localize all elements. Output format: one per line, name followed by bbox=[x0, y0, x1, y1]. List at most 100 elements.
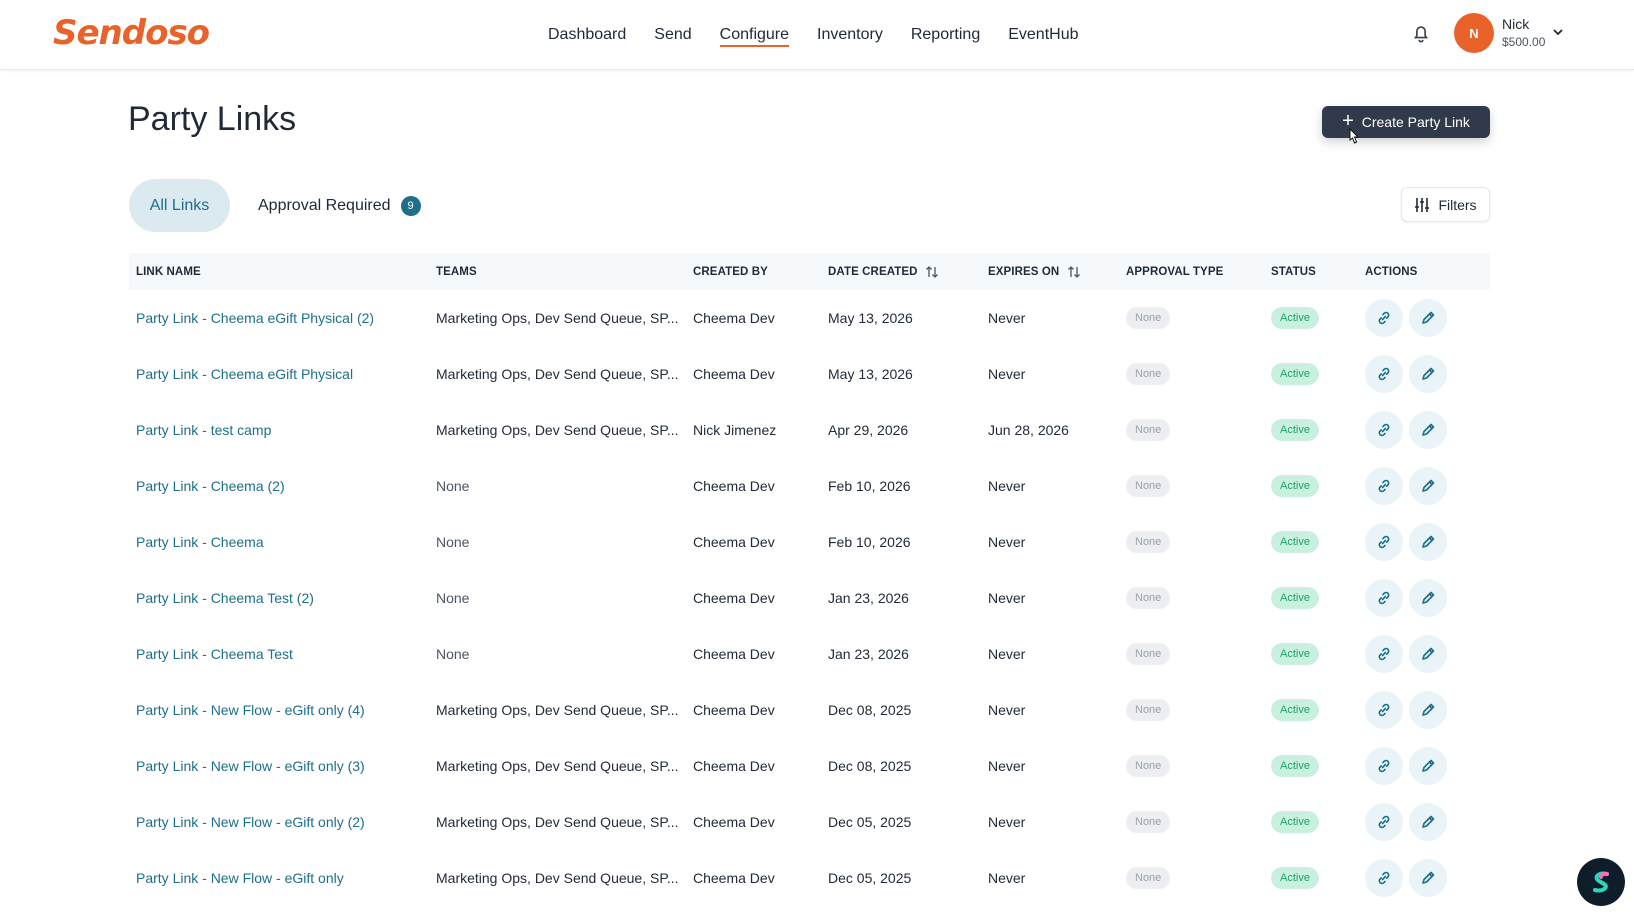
approval-type-cell: None bbox=[1119, 850, 1264, 906]
user-name[interactable]: Nick bbox=[1502, 16, 1529, 32]
pencil-icon bbox=[1420, 590, 1436, 606]
edit-link-button[interactable] bbox=[1409, 691, 1447, 729]
link-name-cell[interactable]: Party Link - New Flow - eGift only (2) bbox=[129, 794, 429, 850]
nav-item-reporting[interactable]: Reporting bbox=[897, 0, 994, 69]
status-cell: Active bbox=[1264, 514, 1358, 570]
tab-all-links[interactable]: All Links bbox=[129, 179, 230, 232]
sendoso-logo[interactable]: Sendoso bbox=[53, 13, 210, 53]
table-row: Party Link - Cheema eGift Physical (2) Ma… bbox=[129, 290, 1490, 346]
edit-link-button[interactable] bbox=[1409, 523, 1447, 561]
link-name-cell[interactable]: Party Link - New Flow - eGift only (4) bbox=[129, 682, 429, 738]
chevron-down-icon[interactable] bbox=[1552, 26, 1564, 38]
date-created-cell: Feb 10, 2026 bbox=[828, 534, 911, 550]
actions-cell bbox=[1358, 514, 1490, 570]
copy-link-button[interactable] bbox=[1365, 355, 1403, 393]
edit-link-button[interactable] bbox=[1409, 467, 1447, 505]
copy-link-button[interactable] bbox=[1365, 523, 1403, 561]
copy-link-button[interactable] bbox=[1365, 467, 1403, 505]
status-cell: Active bbox=[1264, 626, 1358, 682]
tab-approval-required[interactable]: Approval Required 9 bbox=[258, 179, 421, 232]
approval-type-badge: None bbox=[1126, 867, 1171, 889]
sort-icon[interactable] bbox=[925, 265, 939, 279]
table-row: Party Link - Cheema eGift Physical Market… bbox=[129, 346, 1490, 402]
status-cell: Active bbox=[1264, 458, 1358, 514]
col-header-created-by: Created By bbox=[693, 265, 768, 278]
nav-item-configure[interactable]: Configure bbox=[706, 0, 803, 69]
approval-type-badge: None bbox=[1126, 755, 1171, 777]
status-badge: Active bbox=[1271, 587, 1319, 609]
copy-link-button[interactable] bbox=[1365, 859, 1403, 897]
actions-cell bbox=[1358, 850, 1490, 906]
edit-link-button[interactable] bbox=[1409, 859, 1447, 897]
bell-icon[interactable] bbox=[1410, 22, 1432, 44]
status-badge: Active bbox=[1271, 475, 1319, 497]
link-name-cell[interactable]: Party Link - New Flow - eGift only bbox=[129, 850, 429, 906]
edit-link-button[interactable] bbox=[1409, 747, 1447, 785]
actions-cell bbox=[1358, 626, 1490, 682]
top-navbar: Sendoso Dashboard Send Configure Invento… bbox=[0, 0, 1634, 70]
teams-cell: Marketing Ops, Dev Send Queue, SP... bbox=[436, 702, 679, 718]
edit-link-button[interactable] bbox=[1409, 803, 1447, 841]
link-name-cell[interactable]: Party Link - Cheema bbox=[129, 514, 429, 570]
status-cell: Active bbox=[1264, 570, 1358, 626]
date-created-cell: Dec 05, 2025 bbox=[828, 814, 912, 830]
edit-link-button[interactable] bbox=[1409, 299, 1447, 337]
pencil-icon bbox=[1420, 422, 1436, 438]
copy-link-button[interactable] bbox=[1365, 803, 1403, 841]
actions-cell bbox=[1358, 458, 1490, 514]
actions-cell bbox=[1358, 682, 1490, 738]
created-by-cell: Cheema Dev bbox=[693, 590, 775, 606]
col-header-date-created[interactable]: Date Created bbox=[821, 253, 981, 290]
copy-link-button[interactable] bbox=[1365, 635, 1403, 673]
avatar[interactable]: N bbox=[1454, 13, 1494, 53]
status-badge: Active bbox=[1271, 307, 1319, 329]
approval-type-badge: None bbox=[1126, 643, 1171, 665]
nav-item-send[interactable]: Send bbox=[640, 0, 705, 69]
link-icon bbox=[1376, 758, 1392, 774]
link-name-cell[interactable]: Party Link - Cheema Test (2) bbox=[129, 570, 429, 626]
created-by-cell: Cheema Dev bbox=[693, 478, 775, 494]
copy-link-button[interactable] bbox=[1365, 411, 1403, 449]
create-party-link-label: Create Party Link bbox=[1361, 114, 1470, 130]
edit-link-button[interactable] bbox=[1409, 355, 1447, 393]
status-cell: Active bbox=[1264, 402, 1358, 458]
copy-link-button[interactable] bbox=[1365, 299, 1403, 337]
table-row: Party Link - Cheema (2) None Cheema Dev Feb… bbox=[129, 458, 1490, 514]
date-created-cell: Jan 23, 2026 bbox=[828, 590, 909, 606]
teams-cell: Marketing Ops, Dev Send Queue, SP... bbox=[436, 310, 679, 326]
edit-link-button[interactable] bbox=[1409, 411, 1447, 449]
user-balance: $500.00 bbox=[1502, 35, 1546, 49]
created-by-cell: Cheema Dev bbox=[693, 870, 775, 886]
date-created-cell: Dec 08, 2025 bbox=[828, 758, 912, 774]
sendoso-assistant-widget[interactable] bbox=[1577, 858, 1625, 906]
expires-on-cell: Never bbox=[988, 702, 1026, 718]
link-name-cell[interactable]: Party Link - Cheema Test bbox=[129, 626, 429, 682]
copy-link-button[interactable] bbox=[1365, 579, 1403, 617]
link-name-cell[interactable]: Party Link - test camp bbox=[129, 402, 429, 458]
link-name-cell[interactable]: Party Link - Cheema (2) bbox=[129, 458, 429, 514]
filters-label: Filters bbox=[1438, 196, 1477, 213]
expires-on-cell: Never bbox=[988, 478, 1026, 494]
col-header-expires-on[interactable]: Expires On bbox=[981, 253, 1119, 290]
edit-link-button[interactable] bbox=[1409, 635, 1447, 673]
teams-cell: None bbox=[436, 590, 470, 606]
link-name-cell[interactable]: Party Link - New Flow - eGift only (3) bbox=[129, 738, 429, 794]
sendoso-logo-icon bbox=[1593, 871, 1609, 893]
status-badge: Active bbox=[1271, 419, 1319, 441]
col-header-link-name[interactable]: Link Name bbox=[129, 253, 429, 290]
copy-link-button[interactable] bbox=[1365, 747, 1403, 785]
col-header-approval-type: Approval Type bbox=[1126, 265, 1224, 278]
filters-button[interactable]: Filters bbox=[1401, 187, 1490, 222]
sort-icon[interactable] bbox=[1067, 265, 1081, 279]
edit-link-button[interactable] bbox=[1409, 579, 1447, 617]
link-name-cell[interactable]: Party Link - Cheema eGift Physical (2) bbox=[129, 290, 429, 346]
sliders-icon bbox=[1415, 197, 1430, 212]
nav-item-inventory[interactable]: Inventory bbox=[803, 0, 897, 69]
link-name-cell[interactable]: Party Link - Cheema eGift Physical bbox=[129, 346, 429, 402]
nav-item-dashboard[interactable]: Dashboard bbox=[534, 0, 640, 69]
copy-link-button[interactable] bbox=[1365, 691, 1403, 729]
main-nav: Dashboard Send Configure Inventory Repor… bbox=[534, 0, 1092, 69]
table-row: Party Link - New Flow - eGift only (2) Ma… bbox=[129, 794, 1490, 850]
nav-item-eventhub[interactable]: EventHub bbox=[994, 0, 1092, 69]
table-row: Party Link - Cheema None Cheema Dev Feb 10,… bbox=[129, 514, 1490, 570]
